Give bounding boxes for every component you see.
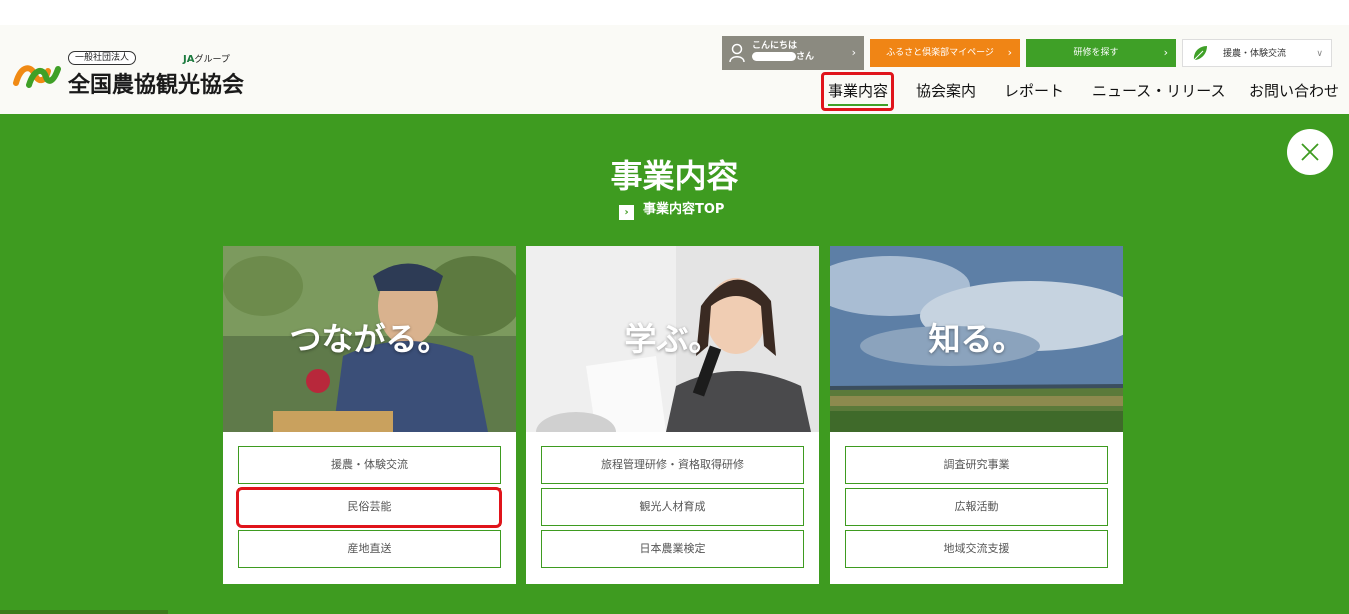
business-mega-menu: 事業内容 › 事業内容TOP つながる。 援農・体験交流 民俗芸能 産地直送 学… [0, 114, 1349, 614]
chevron-right-icon: › [1163, 46, 1168, 59]
bottom-scroll-indicator [0, 610, 168, 614]
link-public-relations[interactable]: 広報活動 [845, 488, 1108, 526]
annotation-highlight-folk-arts [236, 487, 502, 528]
masked-username [752, 52, 796, 61]
nav-contact[interactable]: お問い合わせ [1249, 81, 1339, 101]
mypage-button[interactable]: ふるさと倶楽部マイページ › [870, 39, 1020, 67]
annotation-highlight-nav [821, 72, 894, 111]
search-training-button[interactable]: 研修を探す › [1026, 39, 1176, 67]
nav-about[interactable]: 協会案内 [916, 81, 976, 101]
user-greeting-button[interactable]: こんにちは さん › [722, 36, 864, 70]
link-regional-exchange[interactable]: 地域交流支援 [845, 530, 1108, 568]
logo-ja-group: JAグループ [183, 54, 230, 65]
site-header: 一般社団法人 JAグループ 全国農協観光協会 こんにちは さん › ふるさと倶楽… [0, 25, 1349, 114]
link-research[interactable]: 調査研究事業 [845, 446, 1108, 484]
close-icon [1301, 143, 1319, 161]
card-heading: 知る。 [928, 320, 1025, 358]
card-learn: 学ぶ。 旅程管理研修・資格取得研修 観光人材育成 日本農業検定 [526, 246, 819, 584]
nav-report[interactable]: レポート [1004, 81, 1064, 101]
chevron-right-icon: › [619, 205, 634, 220]
nav-news[interactable]: ニュース・リリース [1092, 81, 1226, 101]
menu-title: 事業内容 [610, 157, 739, 195]
card-heading: 学ぶ。 [624, 320, 721, 358]
link-tourism-talent[interactable]: 観光人材育成 [541, 488, 804, 526]
card-know: 知る。 調査研究事業 広報活動 地域交流支援 [830, 246, 1123, 584]
card-connect: つながる。 援農・体験交流 民俗芸能 産地直送 [223, 246, 516, 584]
logo-org-type: 一般社団法人 [68, 51, 137, 65]
link-tour-management-training[interactable]: 旅程管理研修・資格取得研修 [541, 446, 804, 484]
close-button[interactable] [1287, 129, 1333, 175]
link-farm-experience[interactable]: 援農・体験交流 [238, 446, 501, 484]
chevron-right-icon: › [851, 46, 856, 59]
main-nav: 事業内容 協会案内 レポート ニュース・リリース お問い合わせ [0, 81, 1349, 111]
category-select[interactable]: 援農・体験交流 ∨ [1182, 39, 1332, 67]
card-heading: つながる。 [289, 320, 450, 358]
chevron-right-icon: › [1007, 46, 1012, 59]
leaf-icon [1193, 46, 1207, 61]
link-direct-delivery[interactable]: 産地直送 [238, 530, 501, 568]
business-top-link[interactable]: › 事業内容TOP [619, 198, 724, 220]
chevron-down-icon: ∨ [1316, 49, 1323, 59]
user-icon [729, 43, 745, 63]
link-agriculture-exam[interactable]: 日本農業検定 [541, 530, 804, 568]
user-greeting: こんにちは さん [752, 41, 815, 62]
category-select-value: 援農・体験交流 [1223, 49, 1287, 59]
